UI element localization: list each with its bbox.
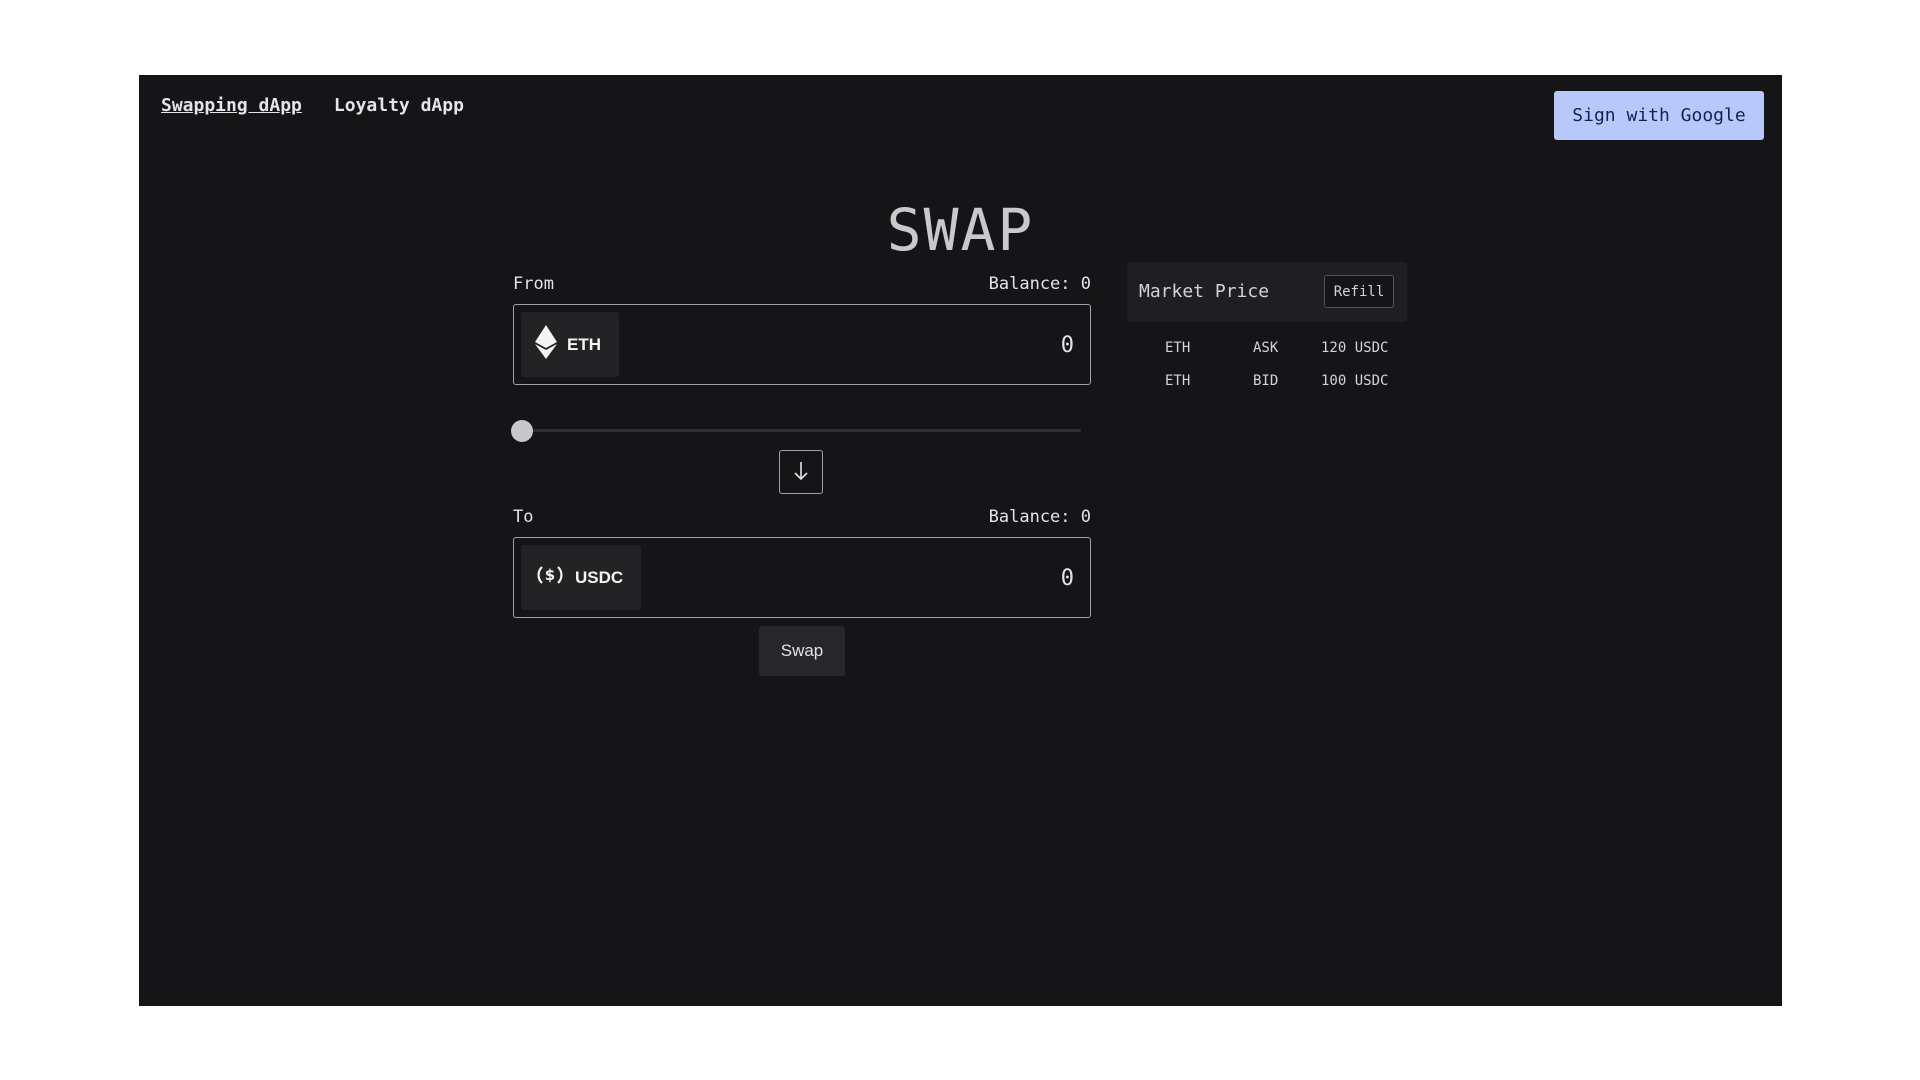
to-label: To <box>513 507 534 527</box>
to-amount-input[interactable] <box>872 538 1076 619</box>
price-side: BID <box>1253 373 1279 389</box>
from-token-box: ETH <box>513 304 1091 386</box>
from-label-row: From Balance: 0 <box>513 274 1091 294</box>
refill-button[interactable]: Refill <box>1324 275 1394 308</box>
price-asset: ETH <box>1165 373 1191 389</box>
price-row: ETH ASK 120 USDC <box>1127 340 1407 360</box>
from-label: From <box>513 274 554 294</box>
to-token-label: USDC <box>575 567 624 587</box>
to-token-box: $ USDC <box>513 537 1091 619</box>
flip-tokens-button[interactable] <box>779 450 823 494</box>
price-asset: ETH <box>1165 340 1191 356</box>
to-label-row: To Balance: 0 <box>513 507 1091 527</box>
from-token-label: ETH <box>567 334 601 354</box>
nav-swapping-dapp[interactable]: Swapping dApp <box>161 95 302 116</box>
svg-text:$: $ <box>545 566 555 584</box>
top-nav: Swapping dApp Loyalty dApp <box>161 95 464 116</box>
app-window: Swapping dApp Loyalty dApp Sign with Goo… <box>139 75 1782 1006</box>
price-side: ASK <box>1253 340 1279 356</box>
market-price-title: Market Price <box>1139 281 1270 302</box>
arrow-down-icon <box>792 460 810 485</box>
ethereum-icon <box>535 325 557 364</box>
to-balance: Balance: 0 <box>988 507 1091 527</box>
dollar-circle-icon: $ <box>535 560 565 595</box>
from-balance: Balance: 0 <box>988 274 1091 294</box>
price-value: 120 USDC <box>1321 340 1389 356</box>
swap-button[interactable]: Swap <box>759 626 845 676</box>
page-title: SWAP <box>886 196 1035 264</box>
from-token-selector[interactable]: ETH <box>521 312 619 377</box>
amount-slider-thumb[interactable] <box>511 420 533 442</box>
nav-loyalty-dapp[interactable]: Loyalty dApp <box>334 95 464 116</box>
amount-slider-track[interactable] <box>522 429 1081 432</box>
from-amount-input[interactable] <box>872 305 1076 386</box>
market-price-header: Market Price Refill <box>1127 262 1407 322</box>
sign-with-google-button[interactable]: Sign with Google <box>1554 91 1764 140</box>
price-value: 100 USDC <box>1321 373 1389 389</box>
price-row: ETH BID 100 USDC <box>1127 373 1407 393</box>
to-token-selector[interactable]: $ USDC <box>521 545 642 610</box>
